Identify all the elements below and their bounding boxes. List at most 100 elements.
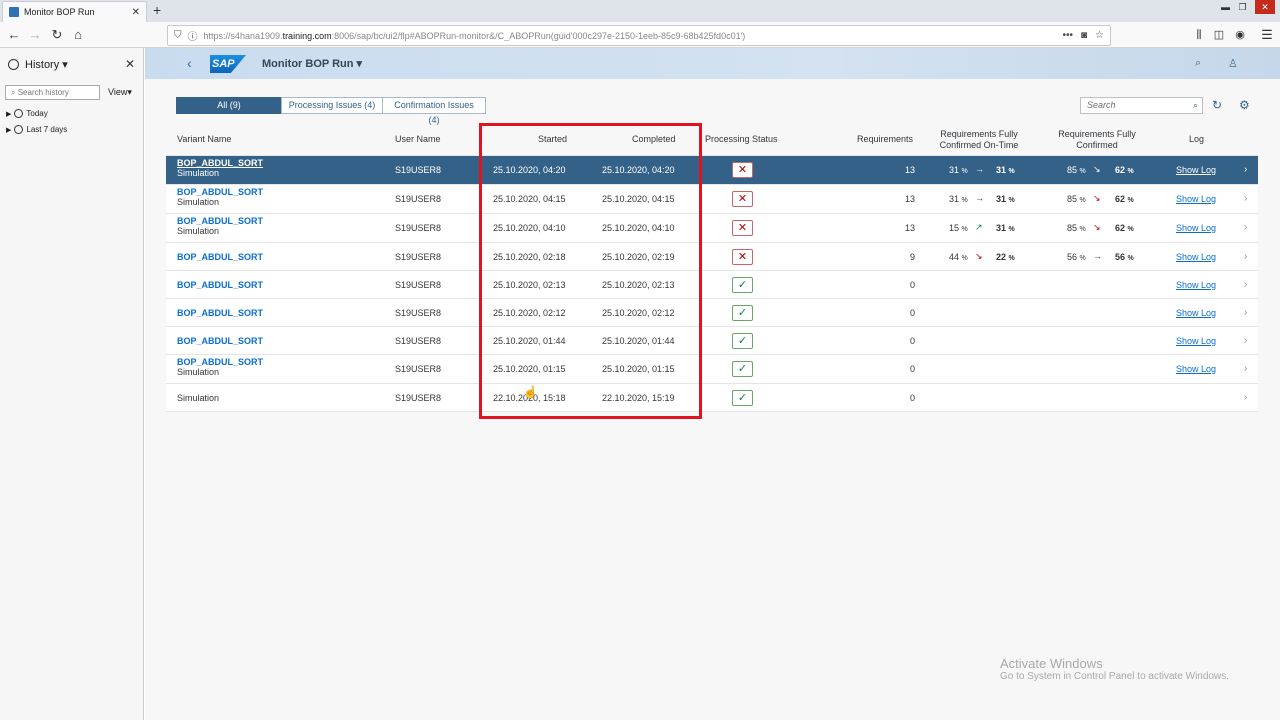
table-row[interactable]: BOP_ABDUL_SORT Simulation S19USER8 25.10.20… xyxy=(166,355,1258,384)
variant-name-link[interactable]: BOP_ABDUL_SORT xyxy=(177,336,263,346)
navigate-chevron-icon[interactable]: › xyxy=(1244,251,1247,262)
variant-name-link[interactable]: BOP_ABDUL_SORT xyxy=(177,158,263,168)
table-header: Variant Name User Name Started Completed… xyxy=(166,123,1258,156)
variant-name-link[interactable]: BOP_ABDUL_SORT xyxy=(177,187,263,197)
history-search-input[interactable]: ⌕ Search history xyxy=(5,85,100,100)
table-row[interactable]: BOP_ABDUL_SORT Simulation S19USER8 25.10.20… xyxy=(166,185,1258,214)
page-info-icon[interactable]: ⓘ xyxy=(188,28,198,43)
requirements-cell: 0 xyxy=(909,336,915,346)
back-arrow-icon[interactable]: ← xyxy=(4,25,24,45)
variant-type: Simulation xyxy=(177,367,220,377)
navigate-chevron-icon[interactable]: › xyxy=(1244,307,1247,318)
navigate-chevron-icon[interactable]: › xyxy=(1244,164,1247,175)
user-icon[interactable]: ♙ xyxy=(1228,57,1238,70)
filter-confirmation-issues-button[interactable]: Confirmation Issues (4) xyxy=(382,97,486,125)
show-log-link[interactable]: Show Log xyxy=(1176,364,1216,374)
show-log-link[interactable]: Show Log xyxy=(1176,308,1216,318)
sap-logo[interactable]: SAP xyxy=(210,55,246,73)
navigate-chevron-icon[interactable]: › xyxy=(1244,222,1247,233)
ontime-before-pct: 44 % xyxy=(949,252,968,262)
clock-icon xyxy=(14,109,24,118)
search-icon[interactable]: ⌕ xyxy=(1195,57,1201,70)
requirements-cell: 0 xyxy=(909,308,915,318)
table-row[interactable]: BOP_ABDUL_SORT S19USER8 25.10.2020, 01:44 2… xyxy=(166,327,1258,355)
sap-shell-bar: ‹ SAP Monitor BOP Run ▾ ⌕ ♙ xyxy=(145,48,1280,79)
account-icon[interactable]: ◉ xyxy=(1230,25,1250,45)
col-user-name: User Name xyxy=(395,134,441,144)
search-icon[interactable]: ⌕ xyxy=(1193,98,1198,113)
navigate-chevron-icon[interactable]: › xyxy=(1244,335,1247,346)
library-icon[interactable]: ⫼ xyxy=(1189,25,1209,45)
close-sidebar-icon[interactable]: ✕ xyxy=(125,57,135,71)
navigate-chevron-icon[interactable]: › xyxy=(1244,193,1247,204)
clock-icon xyxy=(8,58,19,70)
show-log-link[interactable]: Show Log xyxy=(1176,223,1216,233)
bookmark-star-icon[interactable]: ☆ xyxy=(1095,30,1104,41)
table-row[interactable]: BOP_ABDUL_SORT Simulation S19USER8 25.10.20… xyxy=(166,156,1258,185)
home-icon[interactable]: ⌂ xyxy=(68,25,88,45)
trend-arrow-icon: → xyxy=(1093,251,1102,261)
variant-cell: BOP_ABDUL_SORT Simulation xyxy=(177,216,263,236)
ontime-before-pct: 15 % xyxy=(949,223,968,233)
reload-icon[interactable]: ↻ xyxy=(47,25,67,45)
refresh-icon[interactable]: ↻ xyxy=(1212,98,1222,112)
main-content: All (9) Processing Issues (4) Confirmati… xyxy=(145,79,1280,720)
success-status-icon: ✓ xyxy=(732,361,753,377)
show-log-link[interactable]: Show Log xyxy=(1176,252,1216,262)
fully-before-pct: 56 % xyxy=(1067,252,1086,262)
minimize-window-icon[interactable]: ▬ xyxy=(1218,0,1233,14)
table-search-input[interactable]: Search ⌕ xyxy=(1080,97,1203,114)
variant-name-link[interactable]: BOP_ABDUL_SORT xyxy=(177,357,263,367)
browser-nav-bar: ← → ↻ ⌂ ⛉ ⓘ https://s4hana1909.training.… xyxy=(0,22,1280,48)
browser-tab[interactable]: Monitor BOP Run ✕ xyxy=(2,1,147,22)
menu-hamburger-icon[interactable]: ☰ xyxy=(1257,25,1277,45)
close-tab-icon[interactable]: ✕ xyxy=(132,7,140,18)
navigate-chevron-icon[interactable]: › xyxy=(1244,279,1247,290)
address-bar[interactable]: ⛉ ⓘ https://s4hana1909.training.com:8006… xyxy=(167,25,1111,46)
variant-name-link[interactable]: BOP_ABDUL_SORT xyxy=(177,216,263,226)
forward-arrow-icon[interactable]: → xyxy=(25,25,45,45)
expand-triangle-icon[interactable]: ▶ xyxy=(6,110,11,118)
variant-name-link[interactable]: BOP_ABDUL_SORT xyxy=(177,308,263,318)
show-log-link[interactable]: Show Log xyxy=(1176,165,1216,175)
close-window-icon[interactable]: ✕ xyxy=(1255,0,1275,14)
new-tab-button[interactable]: + xyxy=(153,2,161,18)
settings-gear-icon[interactable]: ⚙ xyxy=(1239,98,1250,112)
table-row[interactable]: BOP_ABDUL_SORT S19USER8 25.10.2020, 02:18 2… xyxy=(166,243,1258,271)
browser-tab-title: Monitor BOP Run xyxy=(24,7,95,17)
mouse-cursor-icon: ☝ xyxy=(523,385,538,399)
url-text: https://s4hana1909.training.com:8006/sap… xyxy=(203,30,746,41)
pocket-icon[interactable]: ◙ xyxy=(1081,30,1087,41)
history-item-last-7-days[interactable]: ▶ Last 7 days xyxy=(6,125,67,134)
filter-all-button[interactable]: All (9) xyxy=(176,97,282,114)
variant-name-link[interactable]: BOP_ABDUL_SORT xyxy=(177,252,263,262)
show-log-link[interactable]: Show Log xyxy=(1176,280,1216,290)
variant-name-link[interactable]: BOP_ABDUL_SORT xyxy=(177,280,263,290)
back-chevron-icon[interactable]: ‹ xyxy=(187,55,192,71)
variant-type: Simulation xyxy=(177,226,220,236)
filter-processing-issues-button[interactable]: Processing Issues (4) xyxy=(281,97,383,114)
navigate-chevron-icon[interactable]: › xyxy=(1244,363,1247,374)
history-title-dropdown[interactable]: History ▾ xyxy=(25,58,125,71)
page-actions-icon[interactable]: ••• xyxy=(1062,30,1073,41)
app-title-menu[interactable]: Monitor BOP Run ▾ xyxy=(262,57,362,70)
navigate-chevron-icon[interactable]: › xyxy=(1244,392,1247,403)
user-name-cell: S19USER8 xyxy=(395,364,442,374)
history-item-today[interactable]: ▶ Today xyxy=(6,109,48,118)
show-log-link[interactable]: Show Log xyxy=(1176,194,1216,204)
view-menu-button[interactable]: View▾ xyxy=(108,87,132,98)
expand-triangle-icon[interactable]: ▶ xyxy=(6,126,11,134)
table-row[interactable]: Simulation S19USER8 22.10.2020, 15:18 22.10… xyxy=(166,384,1258,412)
history-item-label: Today xyxy=(26,109,48,118)
variant-cell: BOP_ABDUL_SORT xyxy=(177,308,263,318)
restore-window-icon[interactable]: ❐ xyxy=(1235,0,1250,14)
sidebar-toggle-icon[interactable]: ◫ xyxy=(1209,25,1229,45)
variant-cell: BOP_ABDUL_SORT Simulation xyxy=(177,357,263,377)
table-row[interactable]: BOP_ABDUL_SORT S19USER8 25.10.2020, 02:12 2… xyxy=(166,299,1258,327)
table-row[interactable]: BOP_ABDUL_SORT Simulation S19USER8 25.10.20… xyxy=(166,214,1258,243)
ontime-after-pct: 31 % xyxy=(996,223,1015,233)
show-log-link[interactable]: Show Log xyxy=(1176,336,1216,346)
error-status-icon: ✕ xyxy=(732,220,753,236)
table-row[interactable]: BOP_ABDUL_SORT S19USER8 25.10.2020, 02:13 2… xyxy=(166,271,1258,299)
user-name-cell: S19USER8 xyxy=(395,280,442,290)
